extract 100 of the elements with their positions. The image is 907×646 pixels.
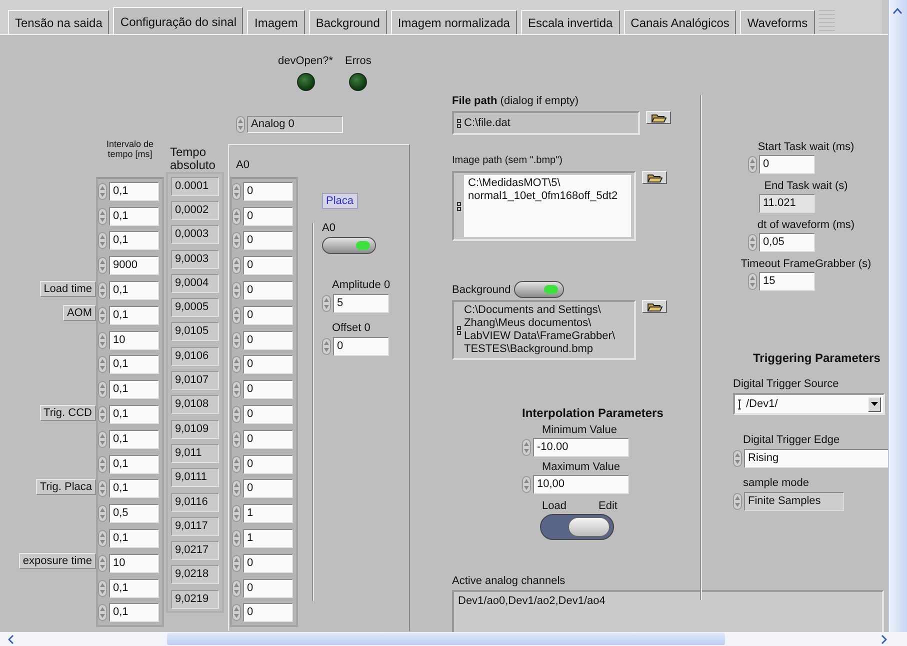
number-field[interactable]: 0,1 (109, 479, 159, 498)
number-field[interactable]: 15 (759, 272, 815, 291)
tab[interactable]: Waveforms (740, 10, 815, 34)
number-field[interactable]: Finite Samples (744, 492, 844, 511)
slide-switch[interactable] (540, 514, 614, 540)
number-field[interactable]: 0,1 (109, 454, 159, 474)
number-field[interactable]: 9000 (109, 256, 159, 276)
number-field[interactable]: 0,5 (109, 504, 159, 524)
number-field[interactable]: 10 (109, 330, 159, 350)
number-field[interactable]: 0 (333, 337, 389, 356)
number-field[interactable]: 0,1 (109, 578, 159, 598)
spin-buttons[interactable] (232, 356, 241, 374)
number-field[interactable]: 0 (243, 281, 293, 300)
number-field[interactable]: 0 (243, 405, 293, 424)
spin-buttons[interactable] (98, 257, 107, 274)
number-field[interactable]: 0,1 (109, 603, 159, 622)
spin-buttons[interactable] (98, 505, 107, 522)
spin-buttons[interactable] (98, 356, 107, 374)
number-field[interactable]: 0,1 (109, 231, 159, 250)
number-field[interactable]: 0,1 (109, 355, 159, 374)
browse-button[interactable] (646, 111, 671, 124)
spin-buttons[interactable] (98, 232, 107, 250)
spin-buttons[interactable] (232, 381, 241, 398)
spin-buttons[interactable] (232, 580, 241, 597)
spin-buttons[interactable] (232, 182, 241, 200)
spin-buttons[interactable] (232, 232, 241, 250)
number-field[interactable]: 0,1 (109, 182, 159, 201)
tab[interactable]: Canais Analógicos (624, 10, 736, 34)
number-field[interactable]: 0 (243, 206, 293, 226)
number-field[interactable]: 1 (243, 504, 293, 524)
spin-buttons[interactable] (232, 257, 241, 274)
browse-button[interactable] (642, 300, 667, 313)
spin-buttons[interactable] (98, 406, 107, 424)
number-field[interactable]: 0 (243, 182, 293, 201)
number-field[interactable]: -10.00 (533, 438, 629, 457)
number-field[interactable]: 0,1 (109, 529, 159, 548)
number-field[interactable]: 0,05 (759, 233, 815, 252)
tab[interactable]: Escala invertida (520, 10, 620, 34)
scroll-left-icon[interactable] (8, 634, 14, 644)
spin-buttons[interactable] (748, 234, 757, 251)
spin-buttons[interactable] (98, 580, 107, 597)
toggle-switch[interactable] (322, 237, 376, 254)
number-field[interactable]: 0 (243, 231, 293, 250)
spin-buttons[interactable] (98, 530, 107, 548)
number-field[interactable]: 0 (243, 554, 293, 573)
spin-buttons[interactable] (733, 493, 742, 510)
number-field[interactable]: 0 (243, 355, 293, 374)
number-field[interactable]: 1 (243, 529, 293, 548)
spin-buttons[interactable] (748, 156, 757, 173)
spin-buttons[interactable] (98, 456, 107, 473)
spin-buttons[interactable] (98, 554, 107, 572)
spin-buttons[interactable] (748, 273, 757, 290)
spin-buttons[interactable] (98, 430, 107, 448)
spin-buttons[interactable] (98, 182, 107, 200)
number-field[interactable]: 0 (243, 306, 293, 325)
toggle-switch[interactable] (514, 281, 564, 298)
spin-buttons[interactable] (232, 505, 241, 522)
scrollbar-track[interactable] (888, 0, 907, 632)
spin-buttons[interactable] (98, 332, 107, 349)
number-field[interactable]: 0 (243, 479, 293, 498)
tab[interactable]: Background (308, 10, 387, 34)
number-field[interactable]: 0 (243, 603, 293, 622)
scroll-right-icon[interactable] (881, 634, 887, 644)
number-field[interactable]: 10,00 (533, 475, 629, 494)
spin-buttons[interactable] (98, 282, 107, 300)
spin-buttons[interactable] (232, 282, 241, 300)
number-field[interactable]: 5 (333, 294, 389, 313)
tab[interactable]: Tensão na saida (8, 10, 110, 34)
number-field[interactable]: 0 (759, 155, 815, 174)
spin-buttons[interactable] (98, 604, 107, 622)
spin-buttons[interactable] (232, 208, 241, 225)
spin-buttons[interactable] (232, 530, 241, 548)
spin-buttons[interactable] (98, 381, 107, 398)
number-field[interactable]: 0 (243, 330, 293, 350)
path-field[interactable]: C:\file.dat (452, 111, 640, 135)
spin-buttons[interactable] (522, 476, 531, 493)
array-index-field[interactable]: Analog 0 (247, 116, 343, 133)
scrollbar-track[interactable] (0, 632, 907, 646)
spin-buttons[interactable] (98, 480, 107, 498)
spin-buttons[interactable] (232, 456, 241, 473)
number-field[interactable]: 0 (243, 430, 293, 449)
spin-buttons[interactable] (236, 116, 245, 133)
spin-buttons[interactable] (322, 295, 331, 312)
spin-buttons[interactable] (98, 208, 107, 225)
spin-buttons[interactable] (733, 450, 742, 467)
number-field[interactable]: 0,1 (109, 206, 159, 226)
path-field[interactable]: C:\Documents and Settings\ Zhang\Meus documentos\ LabVIEW Data\FrameGrabber\ TESTES\Background.bmp (452, 300, 636, 360)
number-field[interactable]: 0 (243, 578, 293, 598)
tab[interactable]: Imagem normalizada (390, 10, 517, 34)
number-field[interactable]: 0,1 (109, 281, 159, 300)
number-field[interactable]: 0,1 (109, 380, 159, 400)
dropdown-button[interactable] (868, 396, 881, 412)
number-field[interactable]: 0,1 (109, 430, 159, 449)
dropdown-field[interactable]: /Dev1/ (733, 393, 885, 415)
spin-buttons[interactable] (232, 332, 241, 349)
number-field[interactable]: 10 (109, 554, 159, 573)
number-field[interactable]: 0,1 (109, 306, 159, 325)
spin-buttons[interactable] (232, 604, 241, 622)
number-field[interactable]: 0 (243, 256, 293, 276)
spin-buttons[interactable] (98, 306, 107, 324)
